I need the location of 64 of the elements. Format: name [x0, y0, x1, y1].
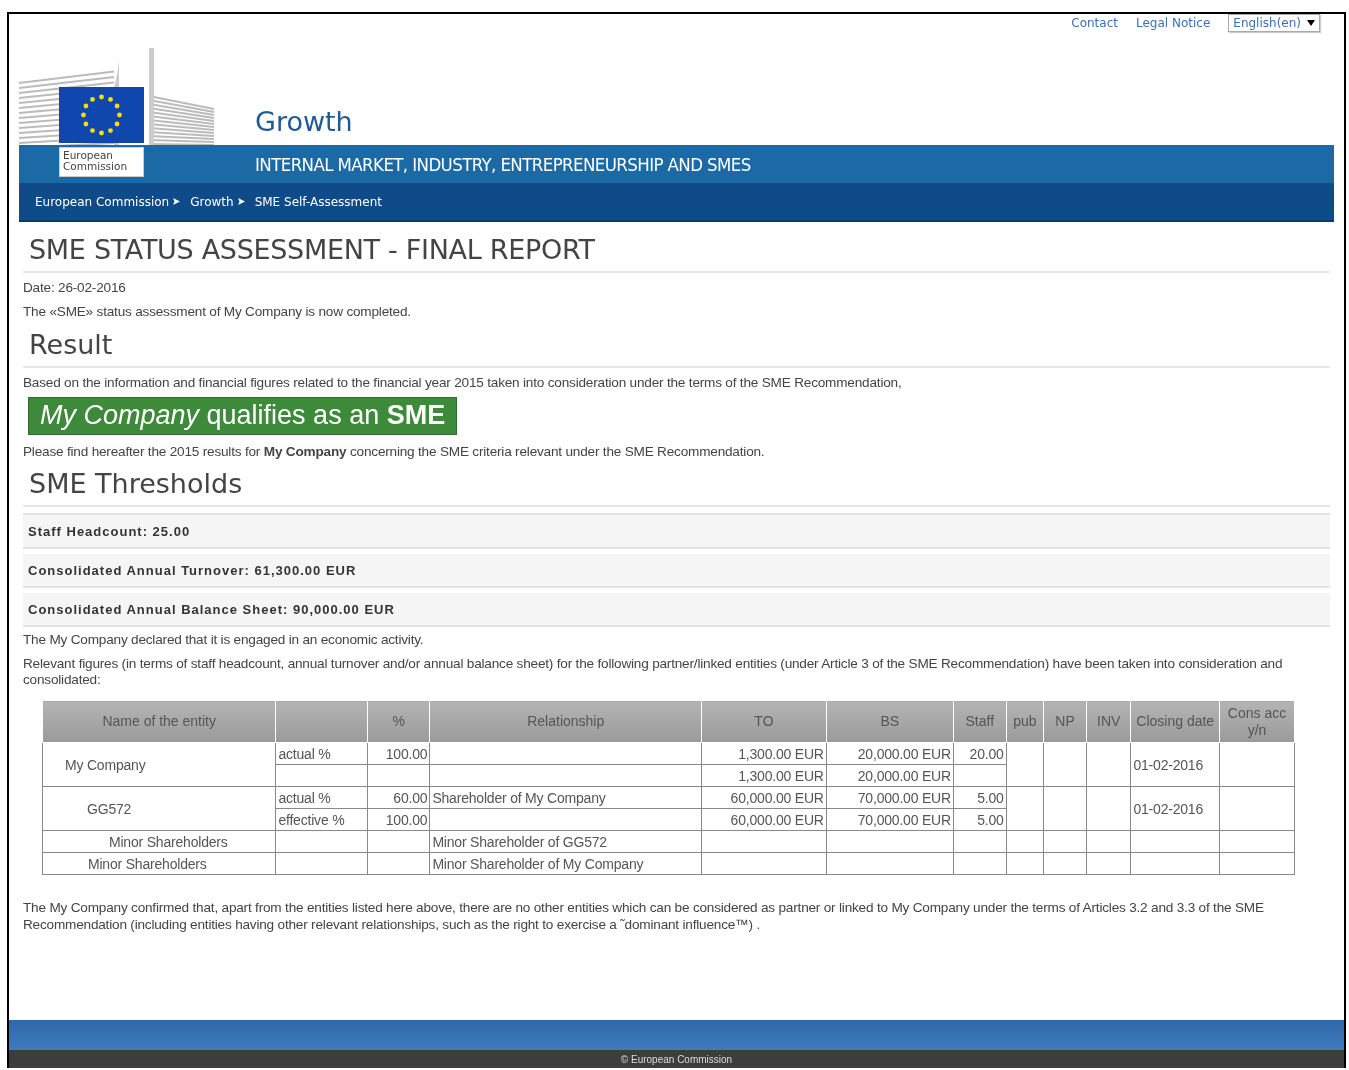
column-header: pub — [1006, 700, 1044, 743]
table-cell: My Company — [42, 742, 276, 787]
intro-text: The «SME» status assessment of My Company is now completed. — [23, 304, 412, 320]
table-cell: Minor Shareholder of My Company — [429, 852, 702, 875]
table-cell: Minor Shareholder of GG572 — [429, 830, 702, 853]
section-heading: Result — [23, 329, 1330, 368]
table-cell: actual % — [275, 786, 368, 809]
column-header: BS — [826, 700, 954, 743]
eu-flag-icon — [59, 87, 144, 143]
header-link[interactable]: Legal Notice — [1136, 16, 1211, 30]
verdict-banner: My Company qualifies as an SME — [28, 397, 458, 435]
threshold-row: Consolidated Annual Balance Sheet: 90,000.00 EUR — [23, 593, 1330, 627]
table-cell: 1,300.00 EUR — [701, 764, 827, 787]
column-header: Name of the entity — [42, 700, 276, 743]
threshold-row: Consolidated Annual Turnover: 61,300.00 EUR — [23, 554, 1330, 588]
confirmation-text: The My Company confirmed that, apart from the entities listed here above, there are no other entities which can be considered as partner or linked to My Company under the terms of Articles 3.2 and 3.3 of the SME Recommendation (including entities having other relevant relationships, such as the right to exercise a ˜dominant influence™) . — [23, 899, 1265, 933]
breadcrumb-link[interactable]: European Commission — [35, 194, 170, 209]
table-cell: 100.00 — [367, 808, 430, 831]
report-date: Date: 26-02-2016 — [23, 280, 127, 296]
chevron-icon — [237, 198, 245, 205]
site-title: Growth — [255, 106, 353, 137]
breadcrumb-link[interactable]: Growth — [190, 194, 234, 209]
table-cell: Shareholder of My Company — [429, 786, 702, 809]
column-header: TO — [701, 700, 827, 743]
basis-text: Based on the information and financial figures related to the financial year 2015 taken into consideration under the terms of the SME Recommendation, — [23, 375, 903, 391]
table-cell: 1,300.00 EUR — [701, 742, 827, 765]
table-cell: 5.00 — [953, 786, 1007, 809]
site-subtitle: INTERNAL MARKET, INDUSTRY, ENTREPRENEURSHIP AND SMES — [255, 153, 751, 175]
breadcrumb-link[interactable]: SME Self-Assessment — [254, 194, 382, 209]
table-cell: 60,000.00 EUR — [701, 808, 827, 831]
activity-text: The My Company declared that it is engaged in an economic activity. — [23, 632, 425, 648]
relevant-text: Relevant figures (in terms of staff headcount, annual turnover and/or annual balance sheet) for the following partner/linked entities (under Article 3 of the SME Recommendation) have been taken into consideration and consolidated: — [23, 656, 1284, 688]
table-cell: GG572 — [42, 786, 276, 831]
column-header: % — [367, 700, 430, 743]
column-header: Relationship — [429, 700, 702, 743]
table-cell: 60.00 — [367, 786, 430, 809]
table-cell: actual % — [275, 742, 368, 765]
results-note: Please find hereafter the 2015 results for My Company concerning the SME criteria relevant under the SME Recommendation. — [23, 444, 766, 460]
table-cell: effective % — [275, 808, 368, 831]
table-cell: 20,000.00 EUR — [826, 742, 954, 765]
column-header: INV — [1086, 700, 1131, 743]
table-cell: 70,000.00 EUR — [826, 786, 954, 809]
header-link[interactable]: Contact — [1071, 16, 1118, 30]
logo-text: European Commission — [59, 147, 144, 177]
report-title: SME STATUS ASSESSMENT - FINAL REPORT — [23, 234, 1330, 273]
caret-icon — [1307, 20, 1315, 26]
table-cell: 01-02-2016 — [1130, 742, 1220, 787]
table-cell: Minor Shareholders — [42, 852, 276, 875]
section-heading: SME Thresholds — [23, 468, 1330, 507]
language-select[interactable]: English(en) — [1228, 14, 1320, 32]
table-cell: 01-02-2016 — [1130, 786, 1220, 831]
column-header: Cons acc y/n — [1219, 700, 1295, 743]
column-header: NP — [1043, 700, 1087, 743]
table-cell: Minor Shareholders — [42, 830, 276, 853]
table-cell: 100.00 — [367, 742, 430, 765]
table-cell: 70,000.00 EUR — [826, 808, 954, 831]
copyright-text: © European Commission — [620, 1054, 733, 1065]
table-cell: 60,000.00 EUR — [701, 786, 827, 809]
threshold-row: Staff Headcount: 25.00 — [23, 515, 1330, 549]
chevron-icon — [173, 198, 181, 205]
column-header: Closing date — [1130, 700, 1220, 743]
table-cell: 20,000.00 EUR — [826, 764, 954, 787]
column-header: Staff — [953, 700, 1007, 743]
table-cell: 20.00 — [953, 742, 1007, 765]
